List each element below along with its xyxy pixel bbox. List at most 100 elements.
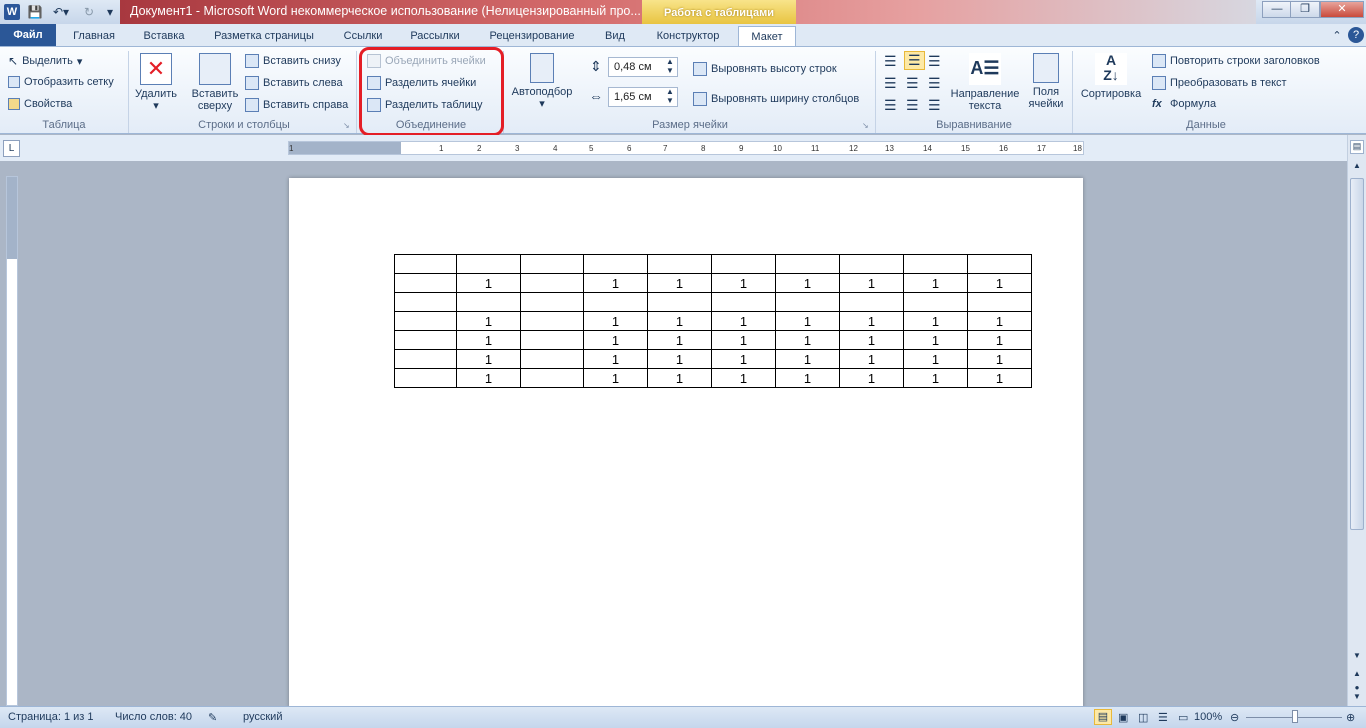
- document-table[interactable]: 1111111111111111111111111111111111111111: [394, 254, 1032, 388]
- table-cell[interactable]: 1: [839, 368, 904, 388]
- table-cell[interactable]: 1: [775, 330, 840, 350]
- proofing-icon[interactable]: ✎: [208, 711, 217, 724]
- table-cell[interactable]: 1: [967, 311, 1032, 331]
- tab-design[interactable]: Конструктор: [646, 26, 730, 46]
- horizontal-ruler[interactable]: 1 1 2 3 4 5 6 7 8 9 10 11 12 13 14 15 16…: [288, 141, 1084, 155]
- row-height-stepper[interactable]: ▲ ▼: [666, 57, 674, 75]
- table-cell[interactable]: [583, 254, 648, 274]
- table-cell[interactable]: [456, 254, 521, 274]
- table-cell[interactable]: [520, 330, 584, 350]
- table-cell[interactable]: [394, 330, 457, 350]
- table-cell[interactable]: 1: [711, 349, 776, 369]
- ruler-toggle-icon[interactable]: ▤: [1350, 140, 1364, 154]
- scroll-up-icon[interactable]: ▲: [1350, 161, 1364, 175]
- table-cell[interactable]: 1: [967, 349, 1032, 369]
- table-row[interactable]: 11111111: [394, 311, 1032, 331]
- table-cell[interactable]: [394, 349, 457, 369]
- table-cell[interactable]: 1: [967, 330, 1032, 350]
- save-icon[interactable]: 💾: [27, 3, 43, 21]
- table-cell[interactable]: 1: [775, 349, 840, 369]
- scroll-down-icon[interactable]: ▼: [1350, 651, 1364, 665]
- table-cell[interactable]: [647, 292, 712, 312]
- table-cell[interactable]: 1: [775, 311, 840, 331]
- align-center-right-icon[interactable]: ☰: [928, 75, 941, 92]
- table-cell[interactable]: 1: [839, 330, 904, 350]
- draft-view-icon[interactable]: ▭: [1178, 711, 1188, 724]
- scroll-thumb[interactable]: [1350, 178, 1364, 530]
- table-cell[interactable]: [967, 292, 1032, 312]
- table-cell[interactable]: [456, 292, 521, 312]
- language-indicator[interactable]: русский: [243, 711, 282, 723]
- table-cell[interactable]: 1: [647, 330, 712, 350]
- convert-to-text-button[interactable]: Преобразовать в текст: [1152, 76, 1287, 90]
- table-cell[interactable]: [711, 254, 776, 274]
- table-cell[interactable]: [520, 368, 584, 388]
- table-cell[interactable]: [583, 292, 648, 312]
- insert-left-button[interactable]: Вставить слева: [245, 76, 343, 90]
- align-center-icon[interactable]: ☰: [906, 75, 919, 92]
- vertical-scrollbar[interactable]: ▤ ▲ ▼ ▲ ● ▼: [1347, 135, 1366, 706]
- table-cell[interactable]: 1: [839, 349, 904, 369]
- table-cell[interactable]: 1: [583, 368, 648, 388]
- table-cell[interactable]: [903, 254, 968, 274]
- tab-review[interactable]: Рецензирование: [478, 26, 586, 46]
- table-cell[interactable]: [520, 273, 584, 293]
- table-cell[interactable]: 1: [456, 311, 521, 331]
- tab-view[interactable]: Вид: [594, 26, 636, 46]
- tab-home[interactable]: Главная: [64, 26, 124, 46]
- align-top-right-icon[interactable]: ☰: [928, 53, 941, 70]
- tab-mailings[interactable]: Рассылки: [400, 26, 470, 46]
- show-gridlines-button[interactable]: Отобразить сетку: [8, 76, 114, 88]
- table-cell[interactable]: 1: [456, 368, 521, 388]
- dialog-launcher-icon[interactable]: ↘: [343, 121, 350, 130]
- table-cell[interactable]: 1: [711, 368, 776, 388]
- sort-button[interactable]: A Z↓ Сортировка: [1076, 53, 1146, 101]
- table-cell[interactable]: [775, 292, 840, 312]
- table-cell[interactable]: [394, 254, 457, 274]
- zoom-in-icon[interactable]: ⊕: [1346, 711, 1355, 724]
- maximize-button[interactable]: ❐: [1290, 1, 1320, 18]
- distribute-rows-button[interactable]: Выровнять высоту строк: [693, 62, 837, 76]
- cell-margins-button[interactable]: Поля ячейки: [1024, 53, 1068, 110]
- align-bottom-left-icon[interactable]: ☰: [884, 97, 897, 114]
- table-cell[interactable]: 1: [967, 273, 1032, 293]
- table-cell[interactable]: [839, 254, 904, 274]
- table-cell[interactable]: 1: [903, 349, 968, 369]
- table-cell[interactable]: [394, 273, 457, 293]
- table-cell[interactable]: [394, 311, 457, 331]
- table-cell[interactable]: 1: [903, 273, 968, 293]
- text-direction-button[interactable]: A☰ Направление текста: [948, 53, 1022, 112]
- table-cell[interactable]: [647, 254, 712, 274]
- table-row[interactable]: [394, 292, 1032, 312]
- table-cell[interactable]: 1: [711, 330, 776, 350]
- vertical-ruler[interactable]: [6, 176, 18, 706]
- table-cell[interactable]: [520, 254, 584, 274]
- table-cell[interactable]: 1: [647, 273, 712, 293]
- table-cell[interactable]: [903, 292, 968, 312]
- table-cell[interactable]: 1: [775, 273, 840, 293]
- align-center-left-icon[interactable]: ☰: [884, 75, 897, 92]
- table-cell[interactable]: 1: [583, 273, 648, 293]
- word-app-icon[interactable]: W: [4, 4, 20, 20]
- autofit-button[interactable]: Автоподбор ▾: [508, 53, 576, 110]
- table-cell[interactable]: 1: [839, 311, 904, 331]
- table-cell[interactable]: 1: [647, 311, 712, 331]
- table-cell[interactable]: 1: [583, 330, 648, 350]
- insert-right-button[interactable]: Вставить справа: [245, 98, 348, 112]
- column-width-stepper[interactable]: ▲ ▼: [666, 87, 674, 105]
- table-cell[interactable]: [839, 292, 904, 312]
- table-cell[interactable]: [520, 349, 584, 369]
- tab-selector-icon[interactable]: L: [3, 140, 20, 157]
- table-row[interactable]: 11111111: [394, 273, 1032, 293]
- minimize-button[interactable]: —: [1262, 1, 1292, 18]
- table-row[interactable]: 11111111: [394, 330, 1032, 350]
- table-cell[interactable]: 1: [903, 330, 968, 350]
- word-count[interactable]: Число слов: 40: [115, 711, 192, 723]
- previous-page-icon[interactable]: ▲: [1350, 669, 1364, 683]
- tab-insert[interactable]: Вставка: [134, 26, 194, 46]
- table-cell[interactable]: 1: [967, 368, 1032, 388]
- minimize-ribbon-icon[interactable]: ⌃: [1330, 26, 1344, 46]
- table-cell[interactable]: [394, 292, 457, 312]
- align-bottom-right-icon[interactable]: ☰: [928, 97, 941, 114]
- table-cell[interactable]: [394, 368, 457, 388]
